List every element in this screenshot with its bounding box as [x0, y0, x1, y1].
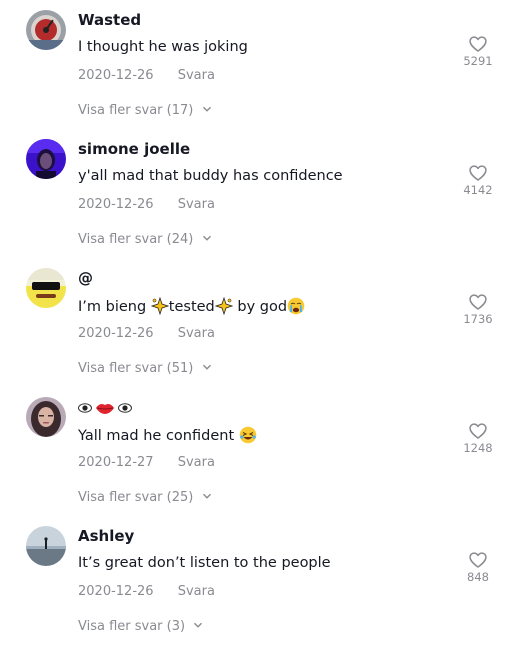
avatar[interactable]	[26, 10, 66, 50]
eye-icon	[78, 402, 92, 413]
comment-meta: 2020-12-26 Svara	[78, 197, 215, 212]
view-more-replies-button[interactable]: Visa fler svar (17)	[78, 103, 212, 118]
sparkles-icon	[150, 297, 169, 315]
heart-icon	[469, 294, 487, 310]
heart-icon	[469, 36, 487, 52]
girl-portrait-avatar-image	[26, 397, 66, 437]
reply-button[interactable]: Svara	[178, 455, 215, 470]
comment-text-part: Yall mad he confident	[78, 428, 235, 444]
comment-text: y'all mad that buddy has confidence	[78, 168, 343, 184]
comment-text: It’s great don’t listen to the people	[78, 555, 331, 571]
chevron-down-icon	[202, 364, 211, 370]
reply-button[interactable]: Svara	[178, 197, 215, 212]
comment-text-part: tested	[168, 299, 215, 315]
comment-meta: 2020-12-26 Svara	[78, 68, 215, 83]
beach-silhouette-avatar-image	[26, 526, 66, 566]
spongebob-sunglasses-avatar-image	[26, 268, 66, 308]
like-count: 1248	[463, 441, 493, 455]
comment-meta: 2020-12-26 Svara	[78, 584, 215, 599]
like-button[interactable]: 4142	[456, 163, 500, 197]
chevron-down-icon	[194, 622, 203, 628]
lips-icon	[96, 403, 114, 414]
reply-button[interactable]: Svara	[178, 68, 215, 83]
comment-item: @ I’m bieng tested by god 2020-12-26 Sva…	[0, 258, 514, 387]
avatar[interactable]	[26, 268, 66, 308]
username-emoji-row	[78, 401, 132, 415]
comment-text-part: I’m bieng	[78, 299, 151, 315]
reply-button[interactable]: Svara	[178, 326, 215, 341]
heart-icon	[469, 423, 487, 439]
username[interactable]: Wasted	[78, 11, 141, 29]
view-more-replies-label: Visa fler svar (24)	[78, 232, 194, 247]
chevron-down-icon	[202, 493, 211, 499]
username[interactable]: simone joelle	[78, 140, 190, 158]
view-more-replies-label: Visa fler svar (25)	[78, 490, 194, 505]
comment-item: Yall mad he confident 2020-12-27 Svara V…	[0, 387, 514, 516]
comment-item: Ashley It’s great don’t listen to the pe…	[0, 516, 514, 645]
view-more-replies-label: Visa fler svar (3)	[78, 619, 186, 634]
username[interactable]: @	[78, 269, 93, 287]
comment-text: I thought he was joking	[78, 39, 248, 55]
chevron-down-icon	[202, 235, 211, 241]
view-more-replies-button[interactable]: Visa fler svar (3)	[78, 619, 203, 634]
comment-text: I’m bieng tested by god	[78, 297, 305, 315]
view-more-replies-label: Visa fler svar (17)	[78, 103, 194, 118]
view-more-replies-button[interactable]: Visa fler svar (24)	[78, 232, 212, 247]
comment-date: 2020-12-26	[78, 197, 154, 212]
like-count: 4142	[463, 183, 493, 197]
comment-date: 2020-12-26	[78, 584, 154, 599]
comment-date: 2020-12-26	[78, 68, 154, 83]
heart-icon	[469, 165, 487, 181]
like-count: 848	[467, 570, 489, 584]
comment-item: Wasted I thought he was joking 2020-12-2…	[0, 0, 514, 129]
purple-portrait-avatar-image	[26, 139, 66, 179]
comment-text-part: by god	[232, 299, 288, 315]
crying-face-icon	[287, 297, 305, 315]
laughing-tears-icon	[239, 426, 257, 444]
like-button[interactable]: 848	[456, 550, 500, 584]
comment-meta: 2020-12-26 Svara	[78, 326, 215, 341]
username[interactable]	[78, 398, 132, 416]
like-count: 1736	[463, 312, 493, 326]
username[interactable]: Ashley	[78, 527, 134, 545]
view-more-replies-button[interactable]: Visa fler svar (51)	[78, 361, 212, 376]
heart-icon	[469, 552, 487, 568]
like-count: 5291	[463, 54, 493, 68]
avatar[interactable]	[26, 139, 66, 179]
eye-icon	[118, 402, 132, 413]
red-gauge-avatar-image	[26, 10, 66, 50]
comment-date: 2020-12-27	[78, 455, 154, 470]
like-button[interactable]: 5291	[456, 34, 500, 68]
view-more-replies-button[interactable]: Visa fler svar (25)	[78, 490, 212, 505]
chevron-down-icon	[202, 106, 211, 112]
avatar[interactable]	[26, 526, 66, 566]
view-more-replies-label: Visa fler svar (51)	[78, 361, 194, 376]
comment-text: Yall mad he confident	[78, 426, 257, 444]
comment-meta: 2020-12-27 Svara	[78, 455, 215, 470]
avatar[interactable]	[26, 397, 66, 437]
comment-date: 2020-12-26	[78, 326, 154, 341]
like-button[interactable]: 1248	[456, 421, 500, 455]
sparkles-icon	[214, 297, 233, 315]
comment-item: simone joelle y'all mad that buddy has c…	[0, 129, 514, 258]
like-button[interactable]: 1736	[456, 292, 500, 326]
reply-button[interactable]: Svara	[178, 584, 215, 599]
